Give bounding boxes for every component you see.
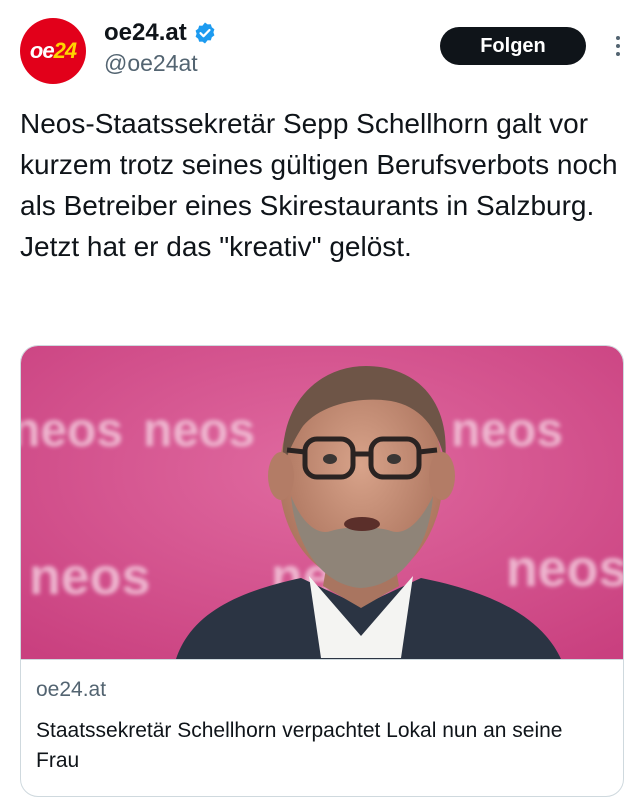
backdrop-word: neos bbox=[506, 540, 623, 598]
display-name-text[interactable]: oe24.at bbox=[104, 18, 187, 48]
display-name[interactable]: oe24.at bbox=[104, 18, 217, 48]
backdrop-word: neos bbox=[451, 404, 563, 457]
tweet-header: oe24 oe24.at @oe24at Folgen bbox=[20, 14, 624, 84]
article-photo: neos neos neos neos neos neos bbox=[21, 346, 623, 659]
backdrop-word: neos bbox=[21, 404, 123, 457]
more-vertical-icon[interactable] bbox=[614, 36, 622, 60]
card-domain: oe24.at bbox=[36, 678, 107, 701]
card-footer[interactable]: oe24.at Staatssekretär Schellhorn verpac… bbox=[21, 659, 623, 796]
oe24-logo: oe24 bbox=[29, 38, 77, 63]
card-title: Staatssekretär Schellhorn verpachtet Lok… bbox=[36, 719, 563, 772]
avatar[interactable]: oe24 bbox=[20, 18, 86, 84]
backdrop-word: neos bbox=[29, 548, 150, 606]
handle[interactable]: @oe24at bbox=[104, 48, 217, 78]
follow-button[interactable]: Folgen bbox=[440, 27, 586, 65]
verified-badge-icon bbox=[195, 22, 215, 44]
article-image[interactable]: neos neos neos neos neos neos bbox=[21, 346, 623, 659]
author-block: oe24.at @oe24at bbox=[104, 18, 217, 78]
link-preview-card[interactable]: neos neos neos neos neos neos bbox=[20, 345, 624, 797]
backdrop-word: neos bbox=[143, 404, 255, 457]
tweet-text: Neos-Staatssekretär Sepp Schellhorn galt… bbox=[20, 108, 618, 262]
